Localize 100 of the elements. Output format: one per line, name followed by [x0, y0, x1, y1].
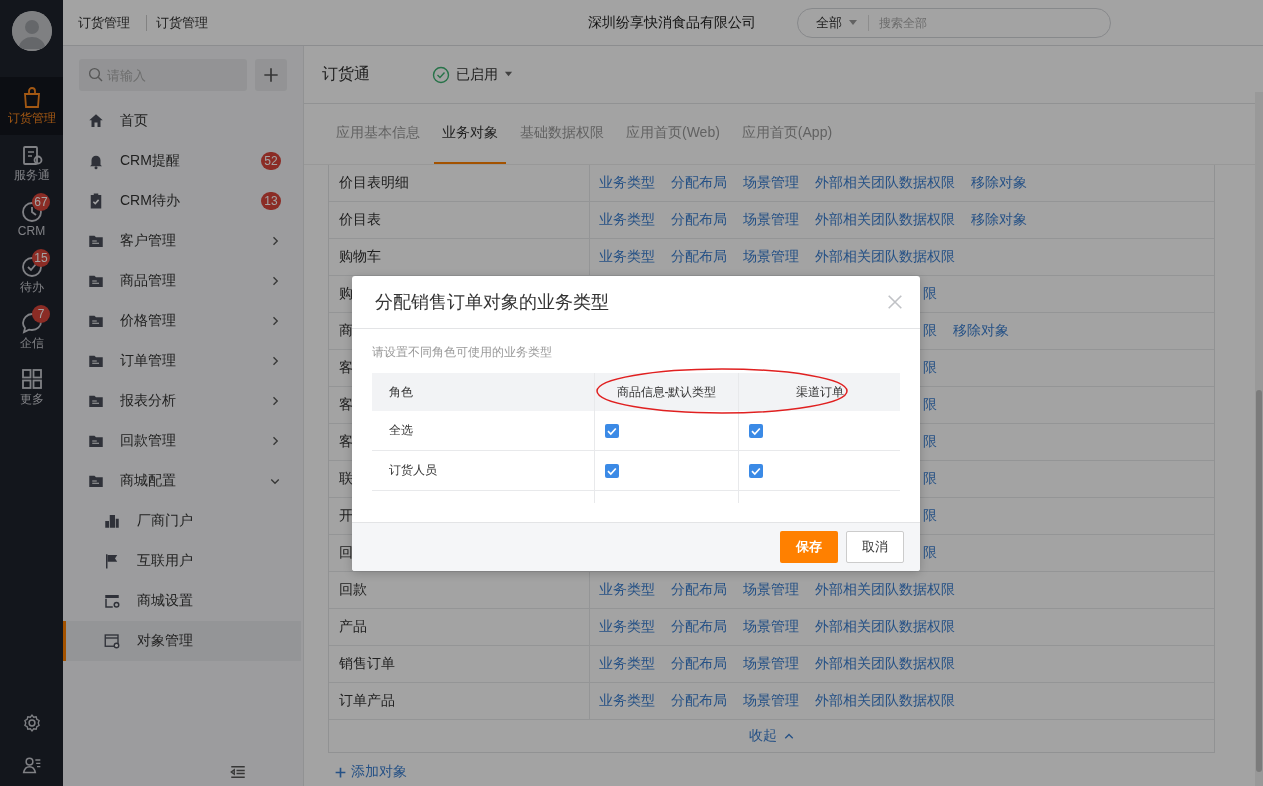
action-link[interactable]: 限: [923, 396, 937, 414]
count-badge: 15: [32, 249, 50, 267]
action-link[interactable]: 移除对象: [953, 322, 1009, 340]
nav-item[interactable]: 厂商门户: [63, 501, 303, 541]
action-link[interactable]: 业务类型: [599, 581, 655, 599]
action-link[interactable]: 分配布局: [671, 211, 727, 229]
action-link[interactable]: 业务类型: [599, 248, 655, 266]
count-badge: 67: [32, 193, 50, 211]
collapse-menu-icon[interactable]: [229, 763, 247, 781]
settings-icon[interactable]: [21, 713, 42, 733]
action-link[interactable]: 场景管理: [743, 174, 799, 192]
rail-item[interactable]: CRM 67: [0, 191, 63, 247]
tab[interactable]: 业务对象: [434, 104, 506, 164]
table-cell: 购物车: [329, 239, 590, 275]
table-cell: 销售订单: [329, 646, 590, 682]
action-link[interactable]: 外部相关团队数据权限: [815, 174, 955, 192]
nav-item[interactable]: 商城设置: [63, 581, 303, 621]
checkbox[interactable]: [605, 463, 619, 478]
action-link[interactable]: 分配布局: [671, 618, 727, 636]
tab[interactable]: 应用首页(App): [733, 104, 841, 164]
action-link[interactable]: 外部相关团队数据权限: [815, 211, 955, 229]
nav-item[interactable]: 订单管理: [63, 341, 303, 381]
checkbox[interactable]: [749, 423, 763, 438]
scope-dropdown[interactable]: 全部: [798, 14, 869, 31]
action-link[interactable]: 分配布局: [671, 174, 727, 192]
rail-item[interactable]: 订货管理: [0, 77, 63, 135]
nav-item[interactable]: 互联用户: [63, 541, 303, 581]
nav-item[interactable]: 商品管理: [63, 261, 303, 301]
action-link[interactable]: 场景管理: [743, 581, 799, 599]
action-link[interactable]: 限: [923, 507, 937, 525]
cancel-button[interactable]: 取消: [846, 531, 904, 563]
rail-item[interactable]: 更多: [0, 359, 63, 415]
scrollbar[interactable]: [1255, 92, 1263, 786]
action-link[interactable]: 场景管理: [743, 248, 799, 266]
count-badge: 7: [32, 305, 50, 323]
nav-item[interactable]: 首页: [63, 101, 303, 141]
user-list-icon[interactable]: [21, 755, 42, 775]
breadcrumb-item[interactable]: 订货管理: [78, 13, 130, 32]
plus-icon: [261, 65, 281, 85]
nav-item[interactable]: CRM待办 13: [63, 181, 303, 221]
app-name: 订货通: [322, 64, 371, 84]
rail-item[interactable]: 服务通: [0, 135, 63, 191]
action-link[interactable]: 限: [923, 359, 937, 377]
action-link[interactable]: 分配布局: [671, 248, 727, 266]
action-link[interactable]: 外部相关团队数据权限: [815, 692, 955, 710]
checkbox[interactable]: [605, 423, 619, 438]
column-header: 渠道订单: [738, 373, 900, 411]
table-cell: 全选: [372, 411, 594, 451]
action-link[interactable]: 场景管理: [743, 211, 799, 229]
action-link[interactable]: 限: [923, 322, 937, 340]
action-link[interactable]: 外部相关团队数据权限: [815, 655, 955, 673]
nav-item[interactable]: 对象管理: [63, 621, 301, 661]
add-object-link[interactable]: 添加对象: [334, 763, 407, 781]
table-cell: 价目表: [329, 202, 590, 238]
action-link[interactable]: 分配布局: [671, 655, 727, 673]
action-link[interactable]: 限: [923, 433, 937, 451]
action-link[interactable]: 外部相关团队数据权限: [815, 248, 955, 266]
checkbox[interactable]: [749, 463, 763, 478]
nav-item[interactable]: 商城配置: [63, 461, 303, 501]
nav-item[interactable]: 价格管理: [63, 301, 303, 341]
action-link[interactable]: 移除对象: [971, 211, 1027, 229]
action-link[interactable]: 移除对象: [971, 174, 1027, 192]
action-link[interactable]: 限: [923, 285, 937, 303]
nav-item[interactable]: 报表分析: [63, 381, 303, 421]
window-gear-icon: [103, 632, 121, 650]
action-link[interactable]: 业务类型: [599, 618, 655, 636]
close-button[interactable]: [886, 293, 904, 311]
action-link[interactable]: 业务类型: [599, 211, 655, 229]
plus-icon: [334, 765, 347, 779]
action-link[interactable]: 场景管理: [743, 655, 799, 673]
action-link[interactable]: 业务类型: [599, 655, 655, 673]
table-cell: 订货人员: [372, 451, 594, 491]
rail-item[interactable]: 企信 7: [0, 303, 63, 359]
action-link[interactable]: 分配布局: [671, 581, 727, 599]
rail-item[interactable]: 待办 15: [0, 247, 63, 303]
action-link[interactable]: 限: [923, 544, 937, 562]
add-button[interactable]: [255, 59, 287, 91]
action-link[interactable]: 业务类型: [599, 692, 655, 710]
action-link[interactable]: 外部相关团队数据权限: [815, 618, 955, 636]
action-link[interactable]: 场景管理: [743, 618, 799, 636]
page-title: 订货管理: [156, 13, 208, 32]
column-header: 角色: [372, 373, 594, 411]
nav-item[interactable]: 客户管理: [63, 221, 303, 261]
action-link[interactable]: 限: [923, 470, 937, 488]
close-icon: [886, 293, 904, 311]
tab[interactable]: 基础数据权限: [512, 104, 612, 164]
caret-icon: [504, 70, 513, 79]
action-link[interactable]: 业务类型: [599, 174, 655, 192]
nav-item[interactable]: 回款管理: [63, 421, 303, 461]
tab[interactable]: 应用首页(Web): [618, 104, 728, 164]
nav-item[interactable]: CRM提醒 52: [63, 141, 303, 181]
tab[interactable]: 应用基本信息: [328, 104, 428, 164]
save-button[interactable]: 保存: [780, 531, 838, 563]
action-link[interactable]: 场景管理: [743, 692, 799, 710]
action-link[interactable]: 分配布局: [671, 692, 727, 710]
status-dropdown[interactable]: 已启用: [432, 65, 513, 84]
collapse-link[interactable]: 收起: [329, 720, 1214, 752]
check-circle-icon: [432, 65, 450, 84]
table-cell: 回款: [329, 572, 590, 608]
action-link[interactable]: 外部相关团队数据权限: [815, 581, 955, 599]
